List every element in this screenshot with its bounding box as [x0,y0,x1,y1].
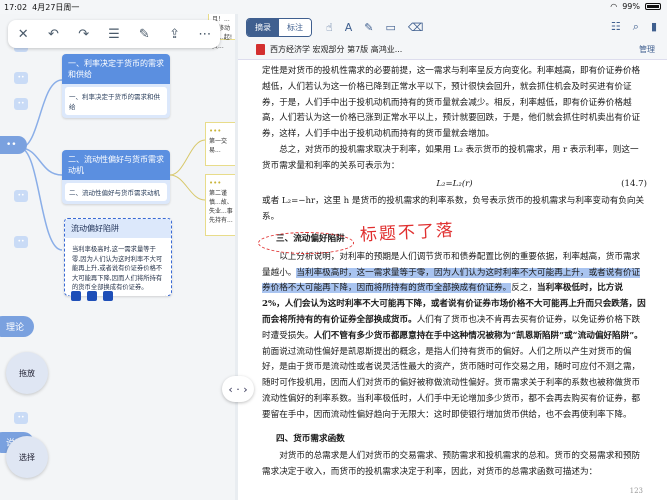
mindmap-toolbar: ✕ ↶ ↷ ☰ ✎ ⇪ ⋯ [8,20,220,48]
collapsed-node[interactable]: •• [14,190,28,202]
battery-percent: 99% [622,2,640,11]
bold-run: 人们不管有多少货币都愿意持在手中这种情况被称为“凯恩斯陷阱”或“流动偏好陷阱”。 [313,330,643,341]
root-node-stub[interactable]: •• [0,136,27,154]
paragraph-liquidity-trap: 以上分析说明，对利率的预期是人们调节货币和债券配置比例的重要依据，利率越高，货币… [262,250,647,424]
outline-list-icon[interactable]: ☰ [104,27,124,42]
close-icon[interactable]: ✕ [13,27,33,42]
collapsed-node[interactable]: •• [14,412,28,424]
note-handle: ••• [209,179,222,187]
text-run: 前面说过流动性偏好是凯恩斯提出的概念，是指人们持有货币的偏好。人们之所以产生对货… [262,346,641,420]
drag-mode-button[interactable]: 拖放 [6,352,48,394]
formula-number: (14.7) [621,178,647,189]
shape-icon[interactable]: ▭ [385,21,395,34]
handwritten-note: 标题不了落 [359,220,456,246]
annotation-tools: ☝ A ✎ ▭ ⌫ [326,21,423,34]
text-highlight-icon[interactable]: A [345,21,353,34]
manage-button[interactable]: 管理 [639,44,655,55]
node-body: 一、利率决定于货币的需求和供给 [65,87,167,116]
pen-icon[interactable]: ✎ [364,21,373,34]
split-view-handle[interactable]: ‹ · › [222,376,254,402]
status-right: ◠ 99% [610,2,661,11]
formula: L₂=L₂(r) (14.7) [262,177,647,193]
battery-icon [645,3,661,10]
eraser-icon[interactable]: ⌫ [408,21,424,34]
search-icon[interactable]: ⌕ [633,20,639,34]
mindmap-node-interest-rate[interactable]: 一、利率决定于货币的需求和供给 一、利率决定于货币的需求和供给 [62,54,170,119]
more-icon[interactable]: ⋯ [195,27,215,42]
share-icon[interactable]: ⇪ [165,27,185,42]
paragraph: 或者 L₂=−hr，这里 h 是货币的投机需求的利率系数，负号表示货币的投机需求… [262,196,645,223]
book-icon [256,44,265,55]
pdf-pane[interactable]: 摘录 标注 ☝ A ✎ ▭ ⌫ ☷ ⌕ ▮ 西方经济学 宏观部分 第7版 高鸿业… [238,0,667,500]
hand-pointer-icon[interactable]: ☝ [326,21,333,34]
handwritten-circle [258,232,354,254]
tab-excerpt[interactable]: 摘录 [247,18,279,36]
note-text: 第一交易... [209,137,228,154]
collapsed-node[interactable]: •• [14,72,28,84]
document-tab-bar: 西方经济学 宏观部分 第7版 高鸿业... 管理 [238,40,667,60]
redo-icon[interactable]: ↷ [74,27,94,42]
mindmap-pane[interactable]: ✕ ↶ ↷ ☰ ✎ ⇪ ⋯ 而且！...的移动或...起!资... •• •• … [0,0,235,500]
comment-icon[interactable] [71,291,81,301]
paragraph: 总之，对货币的投机需求取决于利率，如果用 L₂ 表示货币的投机需求，用 r 表示… [262,144,639,171]
formula-text: L₂=L₂(r) [436,178,473,189]
document-title[interactable]: 西方经济学 宏观部分 第7版 高鸿业... [270,44,402,55]
node-stub-theory[interactable]: 理论 [0,316,35,337]
link-icon[interactable] [87,291,97,301]
bookmark-list-icon[interactable]: ☷ [611,20,621,34]
paragraph: 定性是对货币的投机性需求的必要前提，这一需求与利率呈反方向变化。利率越高，即有价… [262,66,641,140]
edit-icon[interactable]: ✎ [134,27,154,42]
text-run: 反之， [511,283,538,294]
mindmap-node-liquidity[interactable]: 二、流动性偏好与货币需求动机 二、流动性偏好与货币需求动机 [62,150,170,205]
node-body: 二、流动性偏好与货币需求动机 [65,183,167,202]
mindmap-node-liquidity-trap[interactable]: 流动偏好陷阱 当利率极高时,这一需求量等于零,因为人们认为这时利率不大可能再上升… [64,218,172,301]
node-body: 当利率极高时,这一需求量等于零,因为人们认为这时利率不大可能再上升,或者说有价证… [68,241,168,297]
note-precaution[interactable]: ••• 第二谨慎...故、失业...事先持有... [205,174,235,236]
collapsed-node[interactable]: •• [14,236,28,248]
paragraph: 对货币的总需求是人们对货币的交易需求、预防需求和投机需求的总和。货币的交易需求和… [262,451,641,478]
mode-segment: 摘录 标注 [246,17,312,37]
select-mode-button[interactable]: 选择 [6,436,48,478]
note-transaction[interactable]: ••• 第一交易... [205,122,235,166]
wifi-icon: ◠ [610,2,618,11]
collapsed-node[interactable]: •• [14,98,28,110]
pdf-tools-right: ☷ ⌕ ▮ [611,20,667,34]
page-number: 123 [629,487,643,496]
section-heading: 四、货币需求函数 [276,433,345,444]
node-title: 流动偏好陷阱 [65,219,171,239]
pdf-page[interactable]: 定性是对货币的投机性需求的必要前提，这一需求与利率呈反方向变化。利率越高，即有价… [238,60,667,500]
note-text: 第二谨慎...故、失业...事先持有... [209,189,233,224]
pdf-toolbar: 摘录 标注 ☝ A ✎ ▭ ⌫ ☷ ⌕ ▮ [238,14,667,40]
note-handle: ••• [209,127,222,135]
tab-annotate[interactable]: 标注 [279,18,311,36]
node-title: 一、利率决定于货币的需求和供给 [62,54,170,85]
bookmark-icon[interactable]: ▮ [651,20,657,34]
undo-icon[interactable]: ↶ [43,27,63,42]
attach-icon[interactable] [103,291,113,301]
status-bar: 17:02 4月27日周一 ◠ 99% [0,0,667,14]
status-time-date: 17:02 4月27日周一 [4,3,80,12]
node-title: 二、流动性偏好与货币需求动机 [62,150,170,181]
node-action-icons [71,291,113,301]
